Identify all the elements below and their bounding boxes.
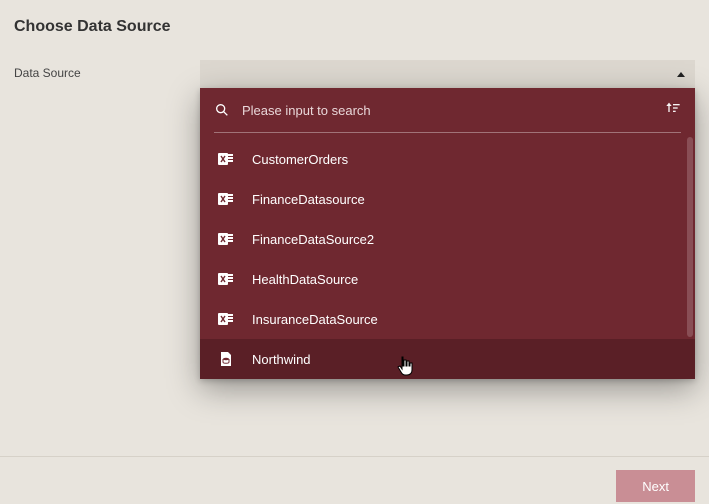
excel-file-icon	[218, 151, 234, 167]
search-input[interactable]	[242, 103, 653, 118]
next-button[interactable]: Next	[616, 470, 695, 502]
list-item[interactable]: FinanceDataSource2	[200, 219, 695, 259]
list-item-label: Northwind	[252, 352, 311, 367]
data-source-select[interactable]: CustomerOrdersFinanceDatasourceFinanceDa…	[200, 60, 695, 88]
scrollbar[interactable]	[687, 137, 693, 337]
list-item-label: CustomerOrders	[252, 152, 348, 167]
list-item[interactable]: CustomerOrders	[200, 139, 695, 179]
chevron-up-icon	[677, 72, 685, 77]
list-item[interactable]: Northwind	[200, 339, 695, 379]
data-source-dropdown: CustomerOrders FinanceDatasource FinanceDa…	[200, 88, 695, 379]
footer: Next	[0, 456, 709, 504]
excel-file-icon	[218, 311, 234, 327]
list-item[interactable]: InsuranceDataSource	[200, 299, 695, 339]
list-item-label: HealthDataSource	[252, 272, 358, 287]
excel-file-icon	[218, 271, 234, 287]
dropdown-list: CustomerOrders FinanceDatasource FinanceDa…	[200, 133, 695, 379]
select-collapsed-bar[interactable]	[200, 60, 695, 88]
page-title: Choose Data Source	[0, 0, 709, 36]
list-item-label: FinanceDataSource2	[252, 232, 374, 247]
database-file-icon	[218, 351, 234, 367]
list-item-label: InsuranceDataSource	[252, 312, 378, 327]
excel-file-icon	[218, 231, 234, 247]
list-item[interactable]: FinanceDatasource	[200, 179, 695, 219]
list-item[interactable]: HealthDataSource	[200, 259, 695, 299]
search-icon	[214, 102, 230, 118]
list-item-label: FinanceDatasource	[252, 192, 365, 207]
field-label-data-source: Data Source	[0, 60, 200, 80]
sort-icon[interactable]	[665, 100, 681, 121]
excel-file-icon	[218, 191, 234, 207]
